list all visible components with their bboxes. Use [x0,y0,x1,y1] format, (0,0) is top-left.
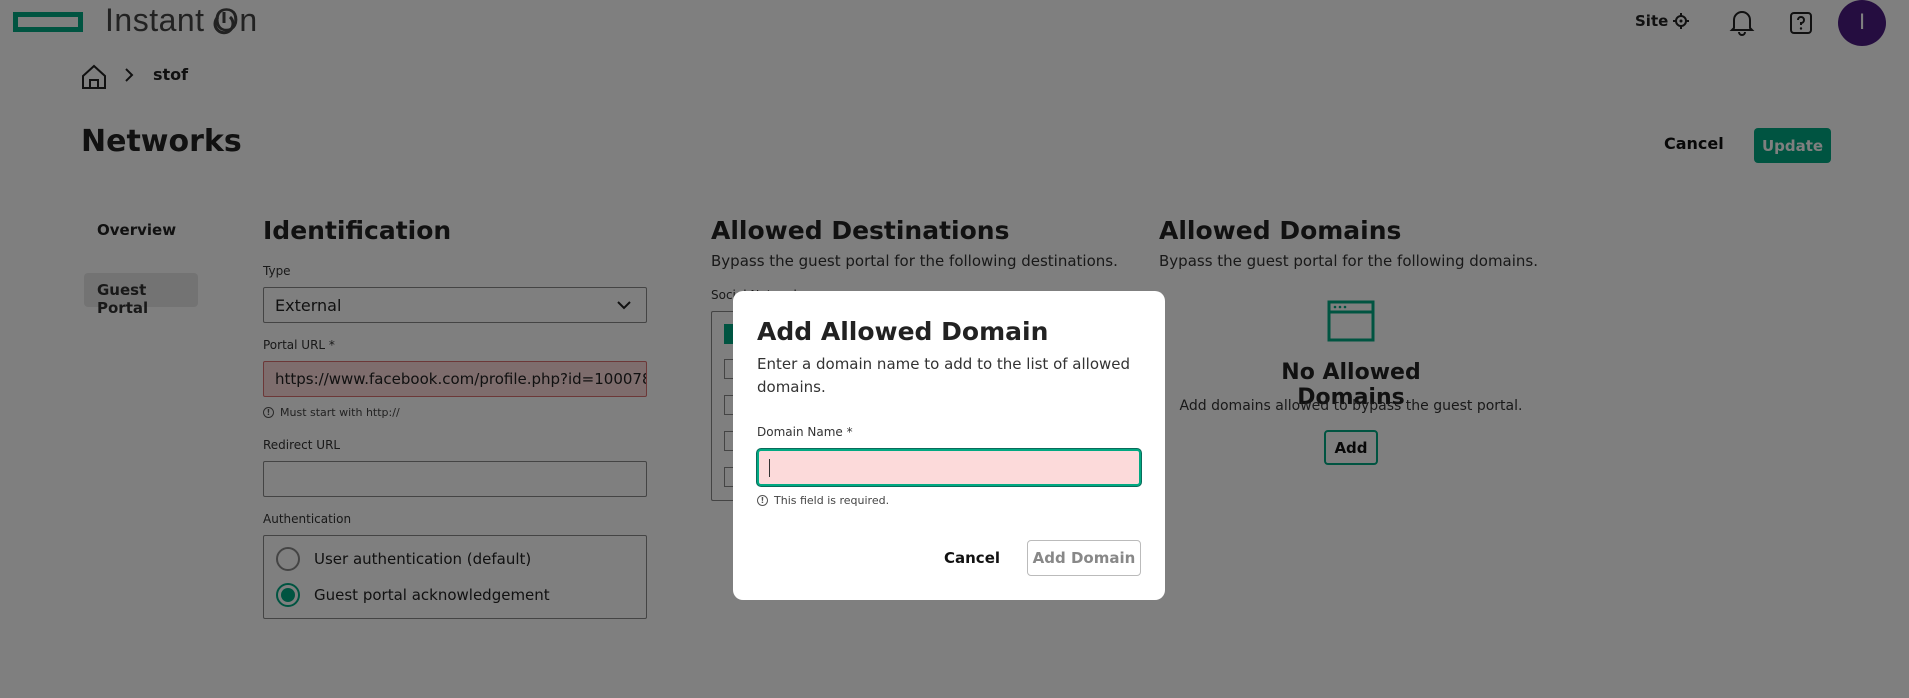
dialog-description: Enter a domain name to add to the list o… [757,355,1131,396]
domain-name-error: ! This field is required. [757,494,889,507]
info-icon: ! [757,495,768,506]
dialog-title: Add Allowed Domain [757,317,1049,346]
domain-name-error-text: This field is required. [774,494,890,507]
text-cursor [769,459,770,477]
domain-name-label: Domain Name * [757,425,853,439]
dialog-cancel-button[interactable]: Cancel [944,549,1000,567]
domain-name-input[interactable] [757,449,1141,486]
add-domain-dialog: Add Allowed Domain Enter a domain name t… [733,291,1165,600]
dialog-add-domain-button[interactable]: Add Domain [1027,540,1141,576]
